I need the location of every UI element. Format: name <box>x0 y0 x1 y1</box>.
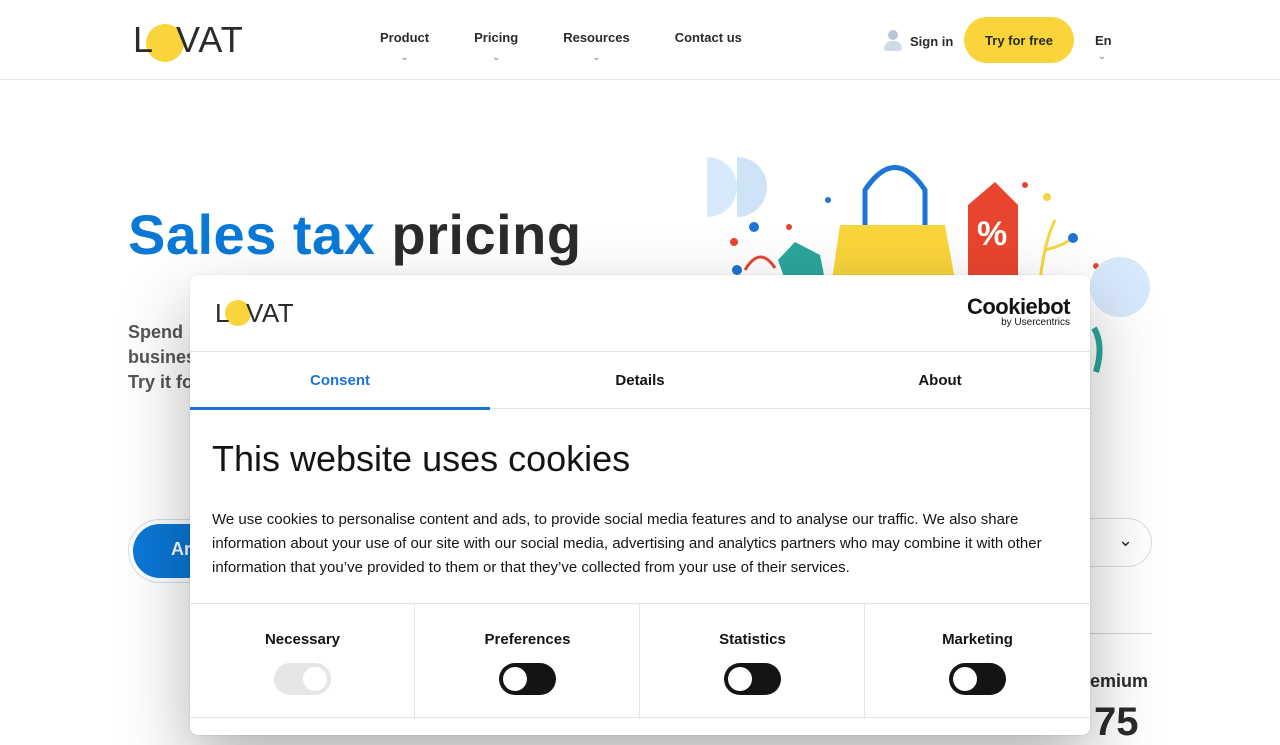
language-selector[interactable]: En ⌄ <box>1095 33 1112 61</box>
hero-subtitle-line: busines <box>128 347 197 367</box>
necessary-switch <box>274 663 331 695</box>
tab-switch-active[interactable]: Ar <box>133 524 193 578</box>
tab-consent[interactable]: Consent <box>190 352 490 410</box>
lovat-logo[interactable]: L VAT <box>133 19 244 62</box>
logo-text: L VAT <box>215 298 295 328</box>
main-nav: Product ⌄ Pricing ⌄ Resources ⌄ Contact … <box>380 30 787 62</box>
plan-price: 75 <box>1094 700 1139 744</box>
toggle-label: Marketing <box>942 631 1013 648</box>
sign-in-label: Sign in <box>910 33 954 49</box>
try-for-free-button[interactable]: Try for free <box>964 17 1074 63</box>
switch-knob <box>503 667 527 691</box>
consent-toggles: Necessary Preferences Statistics Marketi… <box>190 603 1090 719</box>
divider <box>1090 633 1152 634</box>
dialog-title: This website uses cookies <box>212 438 631 479</box>
dialog-body-text: We use cookies to personalise content an… <box>212 511 1042 576</box>
tab-details[interactable]: Details <box>490 352 790 409</box>
dialog-header: L VAT Cookiebot by Usercentrics <box>190 275 1090 352</box>
toggle-label: Preferences <box>484 631 571 648</box>
hero-title-blue: Sales tax <box>128 203 376 266</box>
chevron-down-icon: ⌄ <box>592 52 601 62</box>
cookiebot-logo[interactable]: Cookiebot by Usercentrics <box>966 294 1071 329</box>
switch-knob <box>728 667 752 691</box>
cookiebot-wordmark: Cookiebot <box>966 294 1071 319</box>
language-label: En <box>1095 33 1112 48</box>
toggle-label: Necessary <box>264 631 341 648</box>
nav-label: Product <box>380 30 430 45</box>
nav-label: Resources <box>563 30 630 45</box>
nav-item-product[interactable]: Product ⌄ <box>380 30 430 62</box>
plan-name: emium <box>1090 671 1149 691</box>
nav-item-contact[interactable]: Contact us <box>675 30 742 45</box>
nav-item-resources[interactable]: Resources ⌄ <box>563 30 630 62</box>
toggle-label: Statistics <box>719 631 786 648</box>
tab-about[interactable]: About <box>790 352 1090 409</box>
logo-text: L VAT <box>133 19 244 60</box>
cookie-consent-dialog: L VAT Cookiebot by Usercentrics Consent D… <box>190 275 1090 735</box>
chevron-down-icon: ⌄ <box>492 52 500 62</box>
chevron-down-icon: ⌄ <box>1118 530 1134 550</box>
tab-switch-label: Ar <box>171 539 192 559</box>
nav-label: Pricing <box>474 30 519 45</box>
chevron-down-icon: ⌄ <box>1098 51 1106 61</box>
toggle-necessary: Necessary <box>190 604 415 719</box>
hero-title: Sales tax pricing <box>128 202 582 267</box>
marketing-switch[interactable] <box>949 663 1006 695</box>
hero-subtitle-line: Spend <box>128 322 184 342</box>
user-icon <box>884 30 902 52</box>
nav-item-pricing[interactable]: Pricing ⌄ <box>474 30 519 62</box>
hero-title-dark: pricing <box>391 203 582 266</box>
hero-subtitle: Spend busines Try it fo <box>128 320 198 395</box>
toggle-marketing: Marketing <box>865 604 1090 719</box>
switch-knob <box>953 667 977 691</box>
svg-text:%: % <box>977 215 1007 253</box>
switch-knob <box>303 667 327 691</box>
lovat-logo: L VAT <box>215 298 294 328</box>
statistics-switch[interactable] <box>724 663 781 695</box>
toggle-statistics: Statistics <box>640 604 865 719</box>
nav-label: Contact us <box>674 30 742 45</box>
dialog-tabs: Consent Details About <box>190 352 1090 410</box>
sign-in-link[interactable]: Sign in <box>884 30 953 52</box>
hero-subtitle-line: Try it fo <box>128 372 194 392</box>
preferences-switch[interactable] <box>499 663 556 695</box>
site-header: L VAT Product ⌄ Pricing ⌄ Resources ⌄ Con… <box>0 0 1280 80</box>
toggle-preferences: Preferences <box>415 604 640 719</box>
chevron-down-icon: ⌄ <box>400 52 409 62</box>
